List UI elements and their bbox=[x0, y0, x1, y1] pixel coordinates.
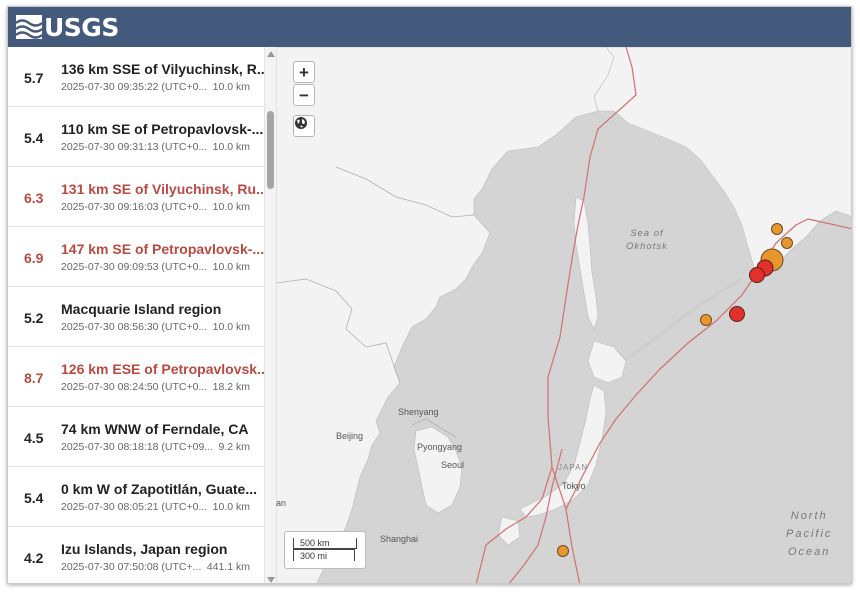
event-row[interactable]: 6.9 147 km SE of Petropavlovsk-... 2025-… bbox=[8, 227, 264, 287]
event-depth: 10.0 km bbox=[212, 261, 250, 273]
event-title: 136 km SSE of Vilyuchinsk, R... bbox=[61, 61, 264, 77]
event-time: 2025-07-30 09:31:13 (UTC+0... bbox=[61, 141, 208, 153]
japan-kyushu bbox=[497, 516, 521, 546]
event-magnitude: 5.4 bbox=[24, 130, 44, 146]
event-row[interactable]: 5.4 110 km SE of Petropavlovsk-... 2025-… bbox=[8, 107, 264, 167]
quake-marker[interactable] bbox=[749, 267, 765, 283]
event-depth: 441.1 km bbox=[206, 561, 250, 573]
event-magnitude: 5.2 bbox=[24, 310, 44, 326]
city-label: Pyongyang bbox=[417, 442, 463, 452]
city-label: Beijing bbox=[336, 431, 364, 441]
event-depth: 10.0 km bbox=[212, 501, 250, 513]
scroll-thumb[interactable] bbox=[267, 111, 274, 189]
event-title: Macquarie Island region bbox=[61, 301, 222, 317]
event-row[interactable]: 5.4 0 km W of Zapotitlán, Guate... 2025-… bbox=[8, 467, 264, 527]
event-depth: 18.2 km bbox=[212, 381, 250, 393]
event-time: 2025-07-30 07:50:08 (UTC+... bbox=[61, 561, 202, 573]
scale-mi: 300 mi bbox=[293, 549, 355, 561]
map-view[interactable]: Sea of Okhotsk North Pacific Ocean Sheny… bbox=[276, 47, 851, 583]
event-time: 2025-07-30 09:16:03 (UTC+0... bbox=[61, 201, 208, 213]
event-magnitude: 8.7 bbox=[24, 370, 44, 386]
usgs-wave-icon bbox=[16, 15, 42, 39]
event-title: 0 km W of Zapotitlán, Guate... bbox=[61, 481, 258, 497]
quake-marker[interactable] bbox=[729, 306, 745, 322]
quake-marker[interactable] bbox=[781, 237, 793, 249]
usgs-logo[interactable]: USGS bbox=[16, 12, 119, 42]
logo-text: USGS bbox=[44, 12, 119, 42]
event-row[interactable]: 4.5 74 km WNW of Ferndale, CA 2025-07-30… bbox=[8, 407, 264, 467]
event-magnitude: 5.7 bbox=[24, 70, 44, 86]
scroll-down-arrow-icon[interactable] bbox=[267, 577, 275, 583]
event-time: 2025-07-30 08:18:18 (UTC+09... bbox=[61, 441, 214, 453]
event-time: 2025-07-30 08:24:50 (UTC+0... bbox=[61, 381, 208, 393]
event-depth: 10.0 km bbox=[212, 81, 250, 93]
event-time: 2025-07-30 08:05:21 (UTC+0... bbox=[61, 501, 208, 513]
map-canvas bbox=[276, 47, 851, 583]
event-depth: 10.0 km bbox=[212, 141, 250, 153]
city-label: Shanghai bbox=[380, 534, 419, 544]
event-row[interactable]: 8.7 126 km ESE of Petropavlovsk... 2025-… bbox=[8, 347, 264, 407]
event-magnitude: 4.5 bbox=[24, 430, 44, 446]
event-depth: 10.0 km bbox=[212, 321, 250, 333]
earthquake-list[interactable]: 5.7 136 km SSE of Vilyuchinsk, R... 2025… bbox=[8, 47, 264, 583]
plate-boundary bbox=[508, 448, 563, 583]
city-label: Tokyo bbox=[562, 481, 586, 491]
event-time: 2025-07-30 09:09:53 (UTC+0... bbox=[61, 261, 208, 273]
japan-hokkaido bbox=[587, 340, 627, 384]
event-row[interactable]: 5.7 136 km SSE of Vilyuchinsk, R... 2025… bbox=[8, 47, 264, 107]
sea-label: Sea of Okhotsk bbox=[626, 228, 668, 252]
map-edge-label: an bbox=[276, 498, 287, 508]
event-magnitude: 4.2 bbox=[24, 550, 44, 566]
event-depth: 10.0 km bbox=[212, 201, 250, 213]
event-row[interactable]: 6.3 131 km SE of Vilyuchinsk, Ru... 2025… bbox=[8, 167, 264, 227]
event-row[interactable]: 4.2 Izu Islands, Japan region 2025-07-30… bbox=[8, 527, 264, 583]
event-title: 74 km WNW of Ferndale, CA bbox=[61, 421, 249, 437]
scale-km: 500 km bbox=[293, 538, 357, 549]
event-title: 110 km SE of Petropavlovsk-... bbox=[61, 121, 264, 137]
header-bar: USGS bbox=[8, 7, 851, 47]
event-magnitude: 5.4 bbox=[24, 490, 44, 506]
event-row[interactable]: 5.2 Macquarie Island region 2025-07-30 0… bbox=[8, 287, 264, 347]
country-label: JAPAN bbox=[558, 463, 589, 472]
app-frame: USGS 5.7 136 km SSE of Vilyuchinsk, R...… bbox=[7, 6, 852, 584]
event-title: 126 km ESE of Petropavlovsk... bbox=[61, 361, 264, 377]
ocean-label: North Pacific Ocean bbox=[786, 510, 833, 558]
event-title: Izu Islands, Japan region bbox=[61, 541, 228, 557]
event-magnitude: 6.9 bbox=[24, 250, 44, 266]
zoom-out-button[interactable]: − bbox=[293, 84, 315, 106]
event-depth: 9.2 km bbox=[218, 441, 250, 453]
event-title: 147 km SE of Petropavlovsk-... bbox=[61, 241, 264, 257]
city-label: Shenyang bbox=[398, 407, 439, 417]
event-magnitude: 6.3 bbox=[24, 190, 44, 206]
korean-peninsula bbox=[413, 426, 463, 514]
event-time: 2025-07-30 09:35:22 (UTC+0... bbox=[61, 81, 208, 93]
scroll-up-arrow-icon[interactable] bbox=[267, 51, 275, 57]
city-label: Seoul bbox=[441, 460, 465, 470]
globe-button[interactable] bbox=[293, 115, 315, 137]
quake-marker[interactable] bbox=[700, 314, 712, 326]
zoom-in-button[interactable]: + bbox=[293, 61, 315, 83]
event-title: 131 km SE of Vilyuchinsk, Ru... bbox=[61, 181, 264, 197]
japan-honshu bbox=[519, 384, 607, 518]
quake-marker[interactable] bbox=[771, 223, 783, 235]
list-scrollbar[interactable] bbox=[264, 47, 276, 583]
map-scale: 500 km 300 mi bbox=[284, 531, 366, 569]
quake-marker[interactable] bbox=[557, 545, 569, 557]
event-time: 2025-07-30 08:56:30 (UTC+0... bbox=[61, 321, 208, 333]
globe-icon bbox=[295, 117, 307, 129]
